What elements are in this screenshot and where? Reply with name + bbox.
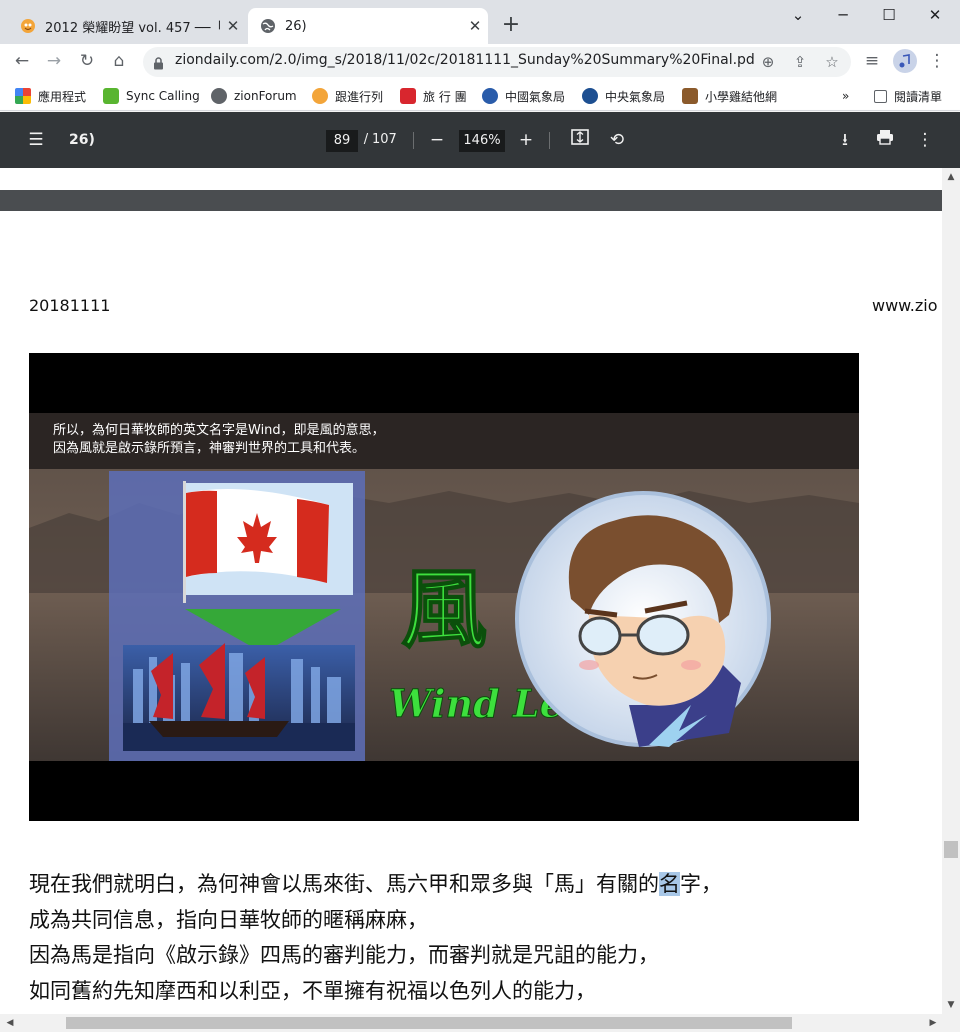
scroll-up-icon[interactable]: ▲ (943, 172, 959, 182)
previous-page-bottom (0, 168, 942, 190)
slide-artwork: 所以，為何日華牧師的英文名字是Wind，即是風的意思， 因為風就是啟示錄所預言，… (29, 413, 859, 761)
apps-grid-icon (15, 88, 31, 104)
profile-avatar[interactable] (893, 49, 917, 73)
wind-character: 風 (401, 560, 487, 660)
tab-close-icon[interactable]: ✕ (462, 17, 488, 35)
bookmark-guitar[interactable]: 小學雞結他網 (682, 86, 777, 106)
vertical-scroll-thumb[interactable] (944, 841, 958, 858)
china-weather-icon (482, 88, 498, 104)
print-icon[interactable] (873, 128, 897, 152)
follow-icon (312, 88, 328, 104)
page-header-date: 20181111 (29, 296, 111, 315)
page-separator: / (363, 132, 369, 147)
fit-page-icon[interactable] (568, 128, 592, 152)
hamburger-menu-icon[interactable]: ☰ (24, 128, 48, 152)
address-bar[interactable]: ziondaily.com/2.0/img_s/2018/11/02c/2018… (143, 47, 851, 77)
media-control-icon[interactable]: ≡ (858, 44, 886, 78)
zoom-icon[interactable]: ⊕ (755, 49, 781, 75)
body-line: 因為馬是指向《啟示錄》四馬的審判能力，而審判就是咒詛的能力， (29, 943, 659, 967)
bookmark-sync-calling[interactable]: Sync Calling (103, 86, 200, 106)
vertical-scrollbar[interactable]: ▲ ▼ (942, 168, 960, 1014)
pdf-toolbar: ☰ 26) 89 / 107 − 146% + ⟲ ⭳ ⋮ (0, 112, 960, 168)
forward-button[interactable]: → (40, 44, 68, 78)
pdf-page: 20181111 www.zio 所以，為何日華牧師的英文名字是Wind，即是風… (0, 211, 942, 1021)
cwb-icon (582, 88, 598, 104)
zoom-in-button[interactable]: + (515, 128, 537, 152)
bookmark-zionforum[interactable]: zionForum (211, 86, 297, 106)
tab-strip: 2012 榮耀盼望 vol. 457 ──「重… ✕ 26) ✕ + ⌄ ─ ☐… (0, 0, 960, 44)
scroll-down-icon[interactable]: ▼ (943, 1000, 959, 1010)
tab-active[interactable]: 26) ✕ (248, 8, 488, 44)
bookmark-follow[interactable]: 跟進行列 (312, 86, 383, 106)
body-text: 現在我們就明白，為何神會以馬來街、馬六甲和眾多與「馬」有關的名字， 成為共同信息… (29, 867, 909, 1009)
download-icon[interactable]: ⭳ (833, 128, 857, 152)
reading-list-button[interactable]: 閱讀清單 (874, 86, 942, 106)
selected-text: 名 (659, 872, 680, 896)
more-bookmarks-icon[interactable]: » (842, 86, 849, 106)
bookmark-cwb[interactable]: 中央氣象局 (582, 86, 665, 106)
toolbar-divider (549, 132, 550, 149)
body-line: 現在我們就明白，為何神會以馬來街、馬六甲和眾多與「馬」有關的名字， (29, 872, 722, 896)
new-tab-button[interactable]: + (497, 12, 525, 40)
share-icon[interactable]: ⇪ (787, 49, 813, 75)
page-header-site: www.zio (872, 296, 938, 315)
cartoon-avatar-icon (515, 491, 771, 747)
slide-caption-line1: 所以，為何日華牧師的英文名字是Wind，即是風的意思， (53, 422, 385, 438)
page-number-input[interactable]: 89 (326, 130, 358, 152)
minimize-button[interactable]: ─ (820, 0, 866, 32)
travel-icon (400, 88, 416, 104)
bookmark-china-weather[interactable]: 中國氣象局 (482, 86, 565, 106)
scroll-left-icon[interactable]: ◀ (2, 1018, 18, 1028)
reload-button[interactable]: ↻ (73, 44, 101, 78)
slide-caption-line2: 因為風就是啟示錄所預言，神審判世界的工具和代表。 (53, 440, 365, 456)
menu-icon[interactable]: ⋮ (923, 44, 951, 78)
globe-icon (260, 18, 276, 34)
tab-title: 2012 榮耀盼望 vol. 457 ──「重… (45, 20, 220, 36)
horizontal-scroll-thumb[interactable] (66, 1017, 792, 1029)
guitar-icon (682, 88, 698, 104)
rotate-icon[interactable]: ⟲ (605, 128, 629, 152)
bookmark-travel[interactable]: 旅 行 團 (400, 86, 467, 106)
pdf-title: 26) (69, 132, 95, 148)
horizontal-scrollbar[interactable]: ◀ ▶ (0, 1014, 960, 1032)
site-favicon-icon (20, 18, 36, 34)
close-window-button[interactable]: ✕ (912, 0, 958, 32)
page-separator-band (0, 190, 942, 211)
home-button[interactable]: ⌂ (105, 44, 133, 78)
browser-toolbar: ← → ↻ ⌂ ziondaily.com/2.0/img_s/2018/11/… (0, 44, 960, 80)
toolbar-divider (413, 132, 414, 149)
body-line: 成為共同信息，指向日華牧師的暱稱麻麻， (29, 907, 428, 932)
zoom-out-button[interactable]: − (426, 128, 448, 152)
tab-search-icon[interactable]: ⌄ (775, 0, 821, 32)
slide-image: 所以，為何日華牧師的英文名字是Wind，即是風的意思， 因為風就是啟示錄所預言，… (29, 353, 859, 821)
tab-title: 26) (285, 18, 307, 34)
maximize-button[interactable]: ☐ (866, 0, 912, 32)
body-line: 如同舊約先知摩西和以利亞，不單擁有祝福以色列人的能力， (29, 978, 596, 1003)
url-text[interactable]: ziondaily.com/2.0/img_s/2018/11/02c/2018… (175, 52, 755, 68)
back-button[interactable]: ← (8, 44, 36, 78)
sync-calling-icon (103, 88, 119, 104)
scroll-right-icon[interactable]: ▶ (925, 1018, 941, 1028)
tab-inactive[interactable]: 2012 榮耀盼望 vol. 457 ──「重… ✕ (8, 8, 246, 44)
reading-list-icon (874, 89, 887, 103)
pdf-viewer[interactable]: 20181111 www.zio 所以，為何日華牧師的英文名字是Wind，即是風… (0, 168, 960, 1032)
total-pages: 107 (372, 132, 397, 147)
zoom-level-input[interactable]: 146% (459, 130, 505, 152)
bookmark-apps[interactable]: 應用程式 (15, 86, 86, 106)
star-icon[interactable]: ☆ (819, 49, 845, 75)
browser-window: 2012 榮耀盼望 vol. 457 ──「重… ✕ 26) ✕ + ⌄ ─ ☐… (0, 0, 960, 1032)
lock-icon[interactable] (153, 55, 164, 74)
tab-close-icon[interactable]: ✕ (220, 17, 246, 35)
more-actions-icon[interactable]: ⋮ (913, 128, 937, 152)
bookmarks-bar: 應用程式 Sync Calling zionForum 跟進行列 旅 行 團 中… (0, 80, 960, 111)
globe-icon (211, 88, 227, 104)
